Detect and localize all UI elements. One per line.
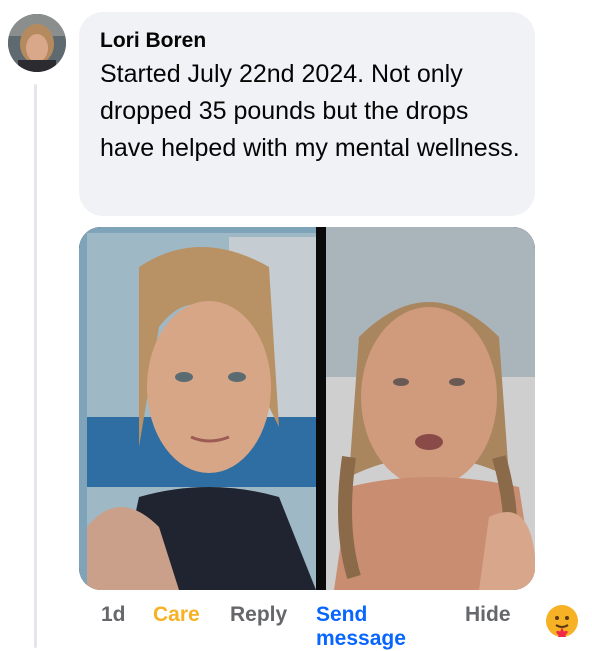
comment-author[interactable]: Lori Boren [100, 28, 515, 54]
comment-photo[interactable] [79, 227, 535, 590]
reply-button[interactable]: Reply [230, 603, 287, 627]
comment-actions: 1d Care Reply Send message Hide [0, 600, 592, 651]
comment-timestamp[interactable]: 1d [101, 603, 126, 627]
comment-text: Started July 22nd 2024. Not only dropped… [100, 60, 520, 162]
comment-bubble: Lori Boren Started July 22nd 2024. Not o… [79, 12, 535, 216]
reaction-care-button[interactable]: Care [153, 603, 200, 627]
thread-line [34, 84, 37, 648]
avatar[interactable] [8, 14, 66, 72]
hide-button[interactable]: Hide [465, 603, 511, 627]
care-emoji-icon[interactable] [544, 603, 580, 639]
send-message-button[interactable]: Send message [316, 603, 426, 651]
